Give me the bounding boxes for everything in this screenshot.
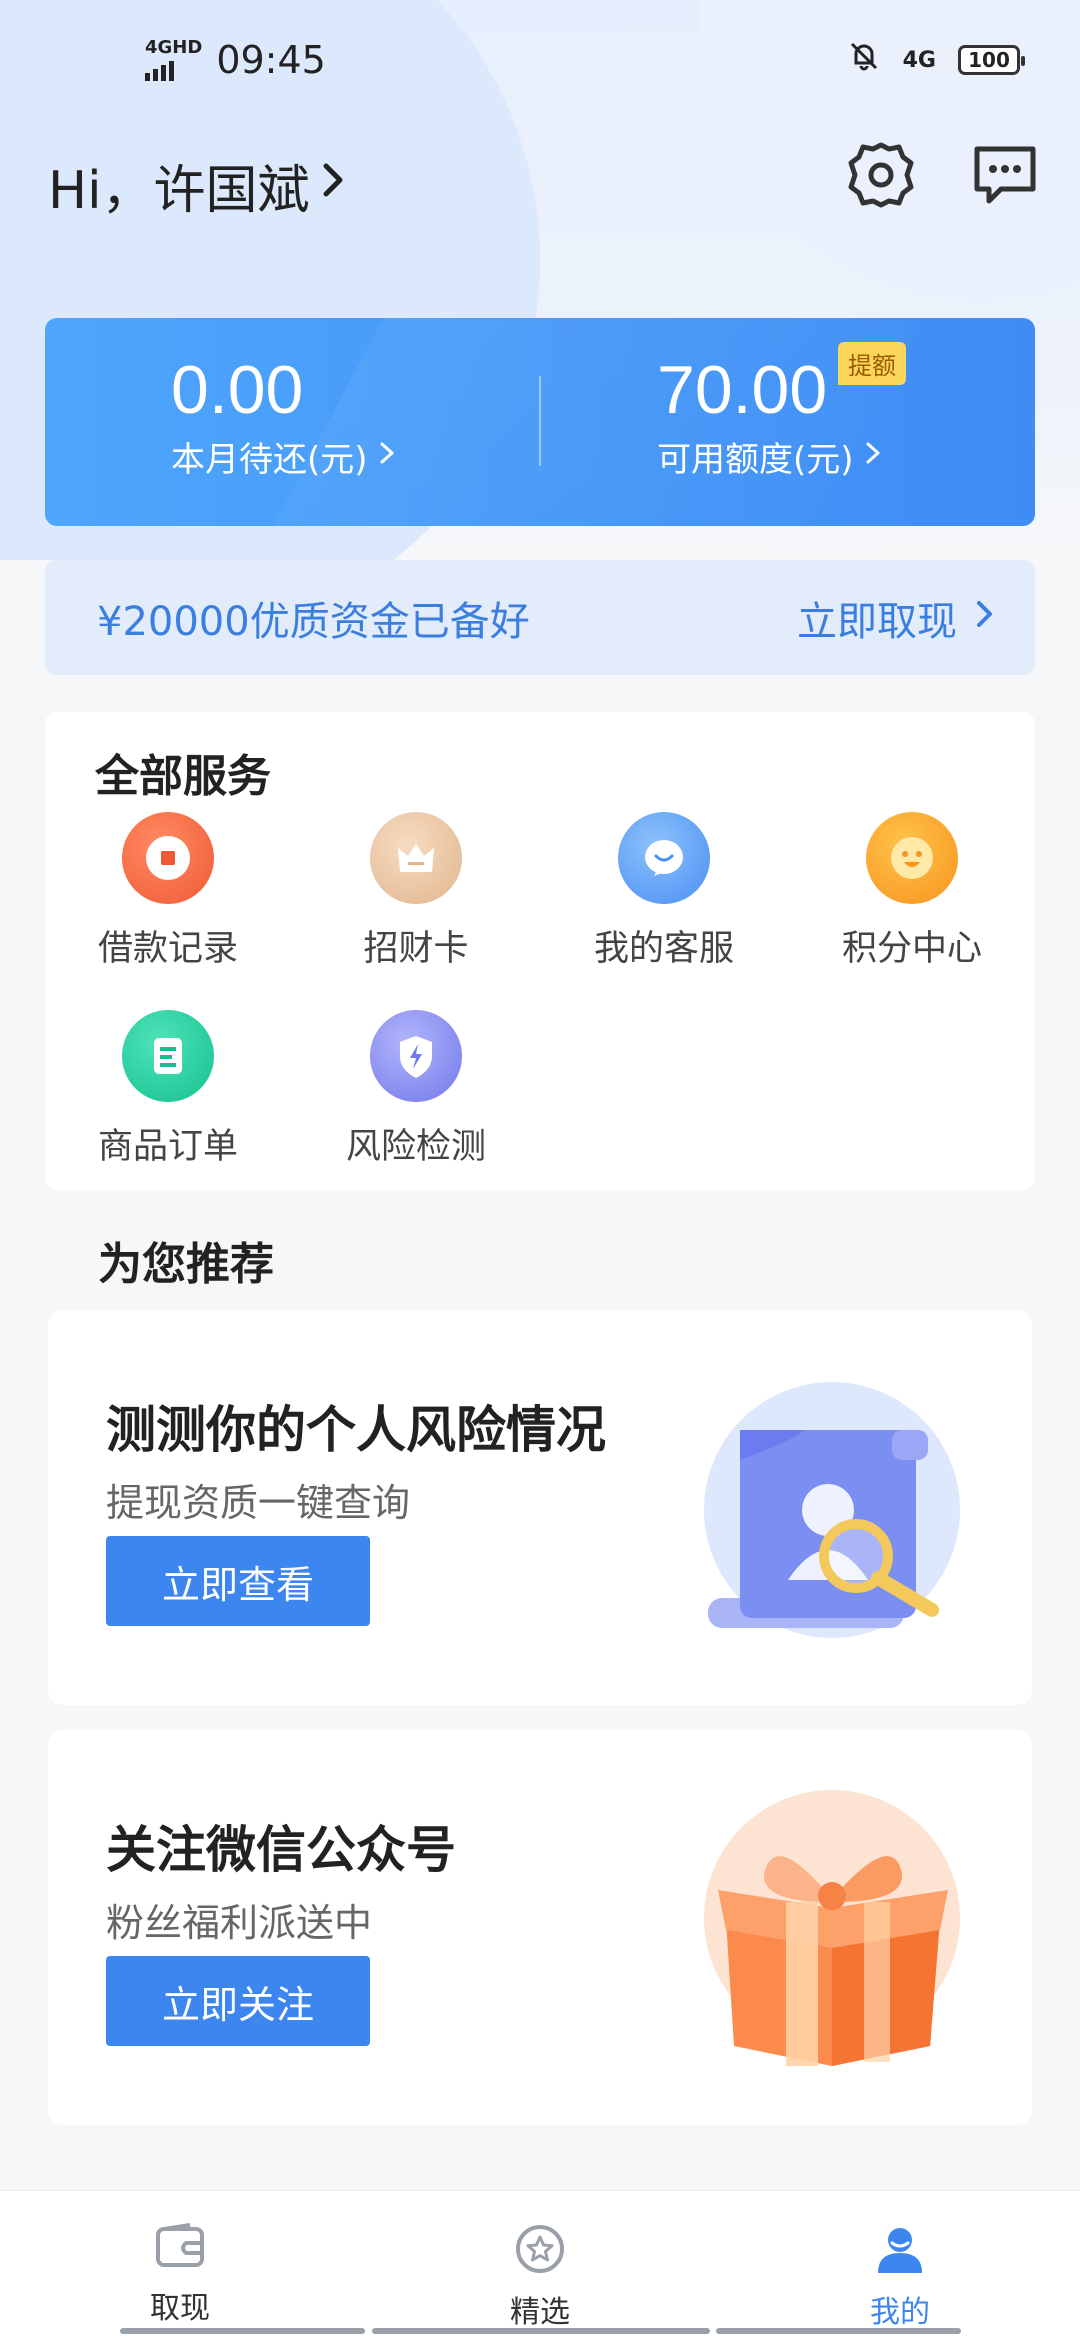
card-subtitle: 粉丝福利派送中 (106, 1901, 373, 1945)
risk-report-illustration (704, 1380, 964, 1654)
settings-gear-icon[interactable] (846, 140, 916, 210)
wechat-follow-card[interactable]: 关注微信公众号 粉丝福利派送中 立即关注 (48, 1730, 1032, 2125)
chevron-right-icon (864, 437, 882, 477)
battery-icon: 100 (958, 45, 1025, 75)
nav-label: 精选 (510, 2295, 570, 2330)
service-risk-check[interactable]: 风险检测 (293, 1010, 539, 1169)
service-label: 风险检测 (345, 1127, 486, 1167)
promo-text: ¥20000优质资金已备好 (97, 598, 530, 645)
nav-label: 取现 (150, 2291, 210, 2326)
mute-bell-icon (847, 38, 881, 82)
promo-action[interactable]: 立即取现 (797, 589, 995, 647)
services-title: 全部服务 (95, 751, 271, 802)
repay-label-row: 本月待还(元) (171, 432, 396, 481)
greeting-text: Hi，许国斌 (48, 160, 310, 221)
chevron-right-icon (318, 155, 348, 215)
all-services-panel: 全部服务 借款记录 招财卡 我的客服 积分中心 商品订单 风险检测 (45, 712, 1035, 1190)
chevron-right-icon (975, 595, 995, 641)
card-title: 关注微信公众号 (106, 1821, 456, 1879)
card-divider (539, 376, 541, 466)
user-icon (874, 2223, 926, 2279)
gesture-bar-segment (120, 2328, 365, 2334)
order-icon (122, 1010, 214, 1102)
risk-check-card[interactable]: 测测你的个人风险情况 提现资质一键查询 立即查看 (48, 1310, 1032, 1705)
header-actions (846, 140, 1040, 210)
promo-action-label: 立即取现 (797, 598, 957, 645)
gesture-bar-segment (372, 2328, 710, 2334)
signal-indicator: 4GHD (145, 39, 202, 81)
network-label: 4GHD (145, 37, 203, 58)
star-icon (514, 2223, 566, 2279)
user-greeting[interactable]: Hi，许国斌 (48, 150, 348, 221)
service-label: 借款记录 (97, 929, 238, 969)
card-title: 测测你的个人风险情况 (106, 1401, 606, 1459)
bottom-navigation: 取现 精选 我的 (0, 2190, 1080, 2340)
status-time: 09:45 (216, 38, 326, 82)
raise-limit-badge[interactable]: 提额 (838, 342, 906, 385)
gift-box-illustration (704, 1790, 974, 2074)
service-loan-record[interactable]: 借款记录 (45, 812, 291, 971)
wallet-icon (154, 2223, 206, 2275)
available-label-row: 可用额度(元) (657, 432, 882, 481)
fortune-card-icon (370, 812, 462, 904)
nav-withdraw[interactable]: 取现 (0, 2191, 360, 2340)
status-left: 4GHD 09:45 (145, 38, 326, 82)
message-icon[interactable] (970, 140, 1040, 210)
nav-mine[interactable]: 我的 (720, 2191, 1080, 2340)
recommend-title: 为您推荐 (98, 1239, 274, 1290)
view-now-button[interactable]: 立即查看 (106, 1536, 370, 1626)
service-label: 我的客服 (593, 929, 734, 969)
service-points-center[interactable]: 积分中心 (789, 812, 1035, 971)
repay-label: 本月待还(元) (171, 440, 368, 480)
cash-promo-banner[interactable]: ¥20000优质资金已备好 立即取现 (45, 560, 1035, 675)
network-4g-label: 4G (902, 47, 936, 73)
chevron-right-icon (378, 437, 396, 477)
signal-bars-icon (145, 57, 174, 81)
customer-service-icon (618, 812, 710, 904)
status-right: 4G 100 (847, 38, 1025, 82)
card-subtitle: 提现资质一键查询 (106, 1481, 411, 1525)
service-fortune-card[interactable]: 招财卡 (293, 812, 539, 971)
service-label: 招财卡 (363, 929, 469, 969)
risk-shield-icon (370, 1010, 462, 1102)
monthly-repay[interactable]: 0.00 本月待还(元) (171, 350, 396, 481)
nav-featured[interactable]: 精选 (360, 2191, 720, 2340)
gesture-bar-segment (716, 2328, 961, 2334)
service-label: 积分中心 (841, 929, 982, 969)
repay-amount: 0.00 (171, 352, 304, 428)
nav-label: 我的 (870, 2295, 930, 2330)
service-customer-service[interactable]: 我的客服 (541, 812, 787, 971)
service-label: 商品订单 (97, 1127, 238, 1167)
follow-now-button[interactable]: 立即关注 (106, 1956, 370, 2046)
available-label: 可用额度(元) (657, 440, 854, 480)
loan-record-icon (122, 812, 214, 904)
status-bar: 4GHD 09:45 4G 100 (0, 0, 1080, 120)
service-orders[interactable]: 商品订单 (45, 1010, 291, 1169)
points-icon (866, 812, 958, 904)
credit-summary-card: 0.00 本月待还(元) 70.00 可用额度(元) 提额 (45, 318, 1035, 526)
